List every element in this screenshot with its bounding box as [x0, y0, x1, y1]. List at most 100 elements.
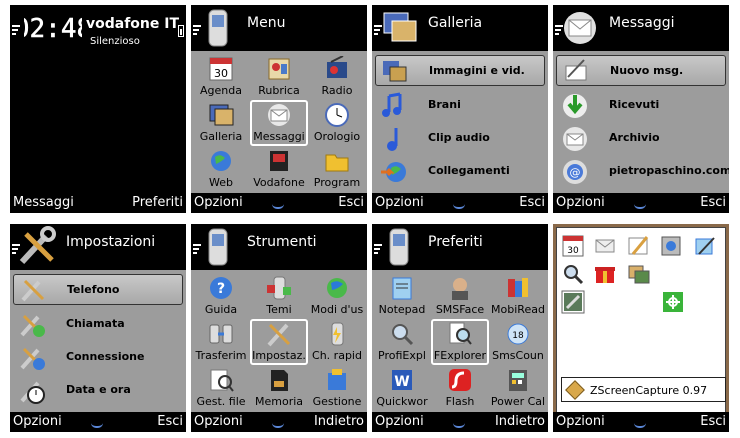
grid-item-profiexpl[interactable]: ProfiExpl [373, 319, 431, 365]
preferiti-screen: Preferiti Notepad SMSFace MobiRead Profi… [372, 224, 548, 432]
vodafone-icon [270, 151, 288, 171]
gift-icon[interactable] [593, 262, 617, 286]
grid-item-ch-rapid[interactable]: Ch. rapid [308, 319, 366, 365]
gallery-icon [383, 12, 417, 42]
pictures-icon[interactable] [627, 262, 651, 286]
preferiti-grid: Notepad SMSFace MobiRead ProfiExpl FExpl… [372, 270, 548, 412]
svg-text:30: 30 [214, 67, 228, 80]
folder-icon [325, 154, 349, 172]
phone-settings-icon [21, 279, 45, 302]
grid-item-impostaz[interactable]: Impostaz. [250, 319, 308, 365]
capture-app-bar[interactable]: ZScreenCapture 0.97 [561, 377, 726, 402]
grid-item-temi[interactable]: Temi [250, 273, 308, 319]
menu-item-program[interactable]: Program [308, 146, 366, 192]
softkey-left[interactable]: Opzioni [556, 414, 605, 429]
transfer-icon [209, 324, 233, 344]
grid-item-gest-file[interactable]: Gest. file [192, 365, 250, 411]
menu-item-vodafone[interactable]: Vodafone [250, 146, 308, 192]
envelope-icon[interactable] [593, 234, 617, 258]
note-pen-icon[interactable] [693, 234, 717, 258]
grid-item-power-cal[interactable]: Power Cal [489, 365, 547, 411]
list-item-collegamenti[interactable]: Collegamenti [372, 155, 548, 188]
list-item-chiamata[interactable]: Chiamata [10, 308, 186, 341]
navi-key-indicator [634, 204, 646, 209]
page-title: Strumenti [247, 234, 317, 250]
galleria-screen: Galleria Immagini e vid. Brani Clip audi… [372, 5, 548, 213]
grid-item-memoria[interactable]: Memoria [250, 365, 308, 411]
menu-item-galleria[interactable]: Galleria [192, 100, 250, 146]
svg-text:?: ? [217, 281, 225, 297]
grid-item-notepad[interactable]: Notepad [373, 273, 431, 319]
link-globe-icon [381, 162, 406, 182]
pencil-icon[interactable] [627, 234, 651, 258]
softkey-right[interactable]: Esci [700, 414, 726, 429]
profile-name: Silenzioso [90, 36, 140, 47]
softkey-left[interactable]: Opzioni [556, 195, 605, 210]
capture-frame: 30 ZScreenCapture 0.97 [553, 224, 729, 432]
title-bar: Galleria [372, 5, 548, 51]
signal-icon [12, 25, 20, 43]
menu-item-radio[interactable]: Radio [308, 54, 366, 100]
list-item-nuovo-msg[interactable]: Nuovo msg. [556, 55, 726, 86]
grid-item-guida[interactable]: ? Guida [192, 273, 250, 319]
grid-item-mobiread[interactable]: MobiRead [489, 273, 547, 319]
grid-item-flash[interactable]: Flash [431, 365, 489, 411]
softkey-left[interactable]: Messaggi [13, 195, 74, 210]
home-screen: 02:48 vodafone IT Silenzioso Messaggi Pr… [10, 5, 186, 213]
menu-item-agenda[interactable]: 30 Agenda [192, 54, 250, 100]
svg-text:@: @ [570, 166, 581, 179]
new-message-icon [565, 59, 587, 81]
magnifier-icon[interactable] [561, 262, 585, 286]
radio-icon [327, 56, 347, 78]
grid-item-modi-uso[interactable]: Modi d'us [308, 273, 366, 319]
softkey-right[interactable]: Esci [157, 414, 183, 429]
list-item-connessione[interactable]: Connessione [10, 341, 186, 374]
calendar-icon[interactable]: 30 [561, 234, 585, 258]
list-item-archivio[interactable]: Archivio [553, 122, 729, 155]
grid-item-gestione[interactable]: Gestione [308, 365, 366, 411]
navi-key-indicator [453, 204, 465, 209]
page-title: Menu [247, 15, 286, 31]
screencapture-screen: 30 ZScreenCapture 0.97 Opzioni Esci [553, 224, 729, 432]
list-item-mailbox[interactable]: @ pietropaschino.com [553, 155, 729, 188]
list-item-ricevuti[interactable]: Ricevuti [553, 89, 729, 122]
list-item-immagini[interactable]: Immagini e vid. [375, 55, 545, 86]
network-icon[interactable] [659, 234, 683, 258]
capture-target-icon[interactable] [661, 290, 685, 314]
softkey-bar: Opzioni Esci [553, 412, 729, 432]
softkey-right[interactable]: Indietro [314, 414, 364, 429]
softkey-bar: Opzioni Esci [372, 193, 548, 213]
tools-icon[interactable] [561, 290, 585, 314]
grid-item-trasferim[interactable]: Trasferim [192, 319, 250, 365]
envelope-icon [564, 12, 596, 44]
phone-icon [208, 228, 228, 266]
softkey-left[interactable]: Opzioni [194, 195, 243, 210]
menu-item-orologio[interactable]: Orologio [308, 100, 366, 146]
menu-item-web[interactable]: Web [192, 146, 250, 192]
softkey-left[interactable]: Opzioni [375, 195, 424, 210]
grid-item-smsface[interactable]: SMSFace [431, 273, 489, 319]
softkey-left[interactable]: Opzioni [13, 414, 62, 429]
softkey-left[interactable]: Opzioni [194, 414, 243, 429]
list-item-data-ora[interactable]: Data e ora [10, 374, 186, 407]
call-settings-icon [20, 314, 45, 337]
app-diamond-icon [565, 380, 585, 400]
list-item-telefono[interactable]: Telefono [13, 274, 183, 305]
softkey-right[interactable]: Esci [519, 195, 545, 210]
list-item-brani[interactable]: Brani [372, 89, 548, 122]
svg-text:30: 30 [567, 246, 579, 256]
clock-text: 02:48 [24, 14, 82, 43]
grid-item-fexplorer[interactable]: FExplorer [431, 319, 489, 365]
menu-item-messaggi[interactable]: Messaggi [250, 100, 308, 146]
grid-item-quickwor[interactable]: W Quickwor [373, 365, 431, 411]
signal-icon [12, 244, 20, 262]
softkey-right[interactable]: Indietro [495, 414, 545, 429]
list-item-clip-audio[interactable]: Clip audio [372, 122, 548, 155]
menu-item-rubrica[interactable]: Rubrica [250, 54, 308, 100]
softkey-left[interactable]: Opzioni [375, 414, 424, 429]
softkey-right[interactable]: Preferiti [132, 195, 183, 210]
capture-panel: 30 ZScreenCapture 0.97 [556, 227, 726, 429]
grid-item-smscoun[interactable]: 18 SmsCoun [489, 319, 547, 365]
softkey-right[interactable]: Esci [338, 195, 364, 210]
softkey-right[interactable]: Esci [700, 195, 726, 210]
